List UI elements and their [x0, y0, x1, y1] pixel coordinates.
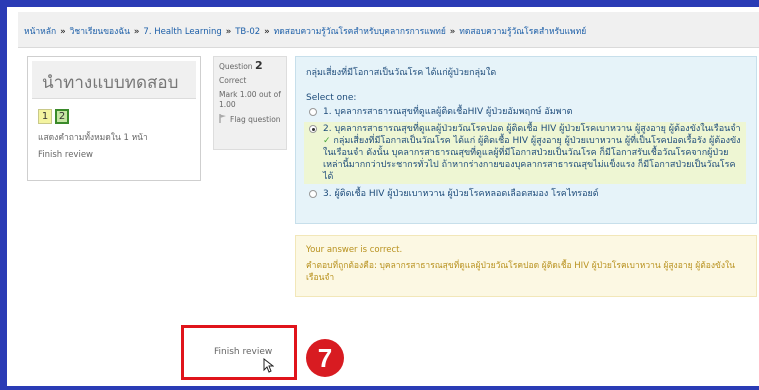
mouse-cursor-icon: [263, 357, 275, 377]
right-answer-text: คำตอบที่ถูกต้องคือ: บุคลากรสาธารณสุขที่ด…: [306, 261, 735, 283]
breadcrumb-home[interactable]: หน้าหลัก: [24, 27, 56, 37]
breadcrumb-separator: »: [449, 27, 456, 37]
breadcrumb-separator: »: [133, 27, 140, 37]
answer-option-2[interactable]: 2. บุคลากรสาธารณสุขที่ดูแลผู้ป่วยวัณโรคป…: [304, 122, 746, 184]
breadcrumb-separator: »: [60, 27, 66, 37]
answer-radio-1[interactable]: [309, 108, 317, 116]
answer-option-3[interactable]: 3. ผู้ติดเชื้อ HIV ผู้ป่วยเบาหวาน ผู้ป่ว…: [306, 188, 746, 200]
flag-question-label: Flag question: [230, 115, 281, 124]
quiz-navigation-block: นำทางแบบทดสอบ 1 2 แสดงคำถามทั้งหมดใน 1 ห…: [27, 56, 201, 181]
answer-feedback-2: กลุ่มเสี่ยงที่มีโอกาสเป็นวัณโรค ได้แก่ ผ…: [323, 136, 741, 182]
question-nav-button-1[interactable]: 1: [38, 109, 52, 124]
answer-label-2: 2. บุคลากรสาธารณสุขที่ดูแลผู้ป่วยวัณโรคป…: [323, 124, 741, 134]
question-content: กลุ่มเสี่ยงที่มีโอกาสเป็นวัณโรค ได้แก่ผู…: [295, 56, 757, 224]
breadcrumb-separator: »: [264, 27, 270, 37]
breadcrumb-separator: »: [225, 27, 232, 37]
question-state: Correct: [219, 76, 247, 85]
breadcrumb-category[interactable]: 7. Health Learning: [143, 27, 221, 37]
correct-check-icon: ✓: [323, 136, 331, 146]
answer-radio-3[interactable]: [309, 190, 317, 198]
answer-body-2: 2. บุคลากรสาธารณสุขที่ดูแลผู้ป่วยวัณโรคป…: [323, 123, 744, 183]
breadcrumb: หน้าหลัก» วิชาเรียนของฉัน» 7. Health Learn…: [18, 12, 759, 48]
question-number: Question 2: [219, 59, 281, 72]
finish-review-button[interactable]: Finish review: [181, 325, 297, 380]
outcome-feedback: Your answer is correct. คำตอบที่ถูกต้องค…: [295, 235, 757, 297]
question-label: Question: [219, 62, 253, 71]
breadcrumb-my-courses[interactable]: วิชาเรียนของฉัน: [70, 27, 130, 37]
flag-icon: [219, 114, 227, 126]
question-number-value: 2: [254, 59, 263, 72]
finish-review-label: Finish review: [214, 347, 273, 357]
select-one-label: Select one:: [306, 93, 357, 103]
question-info: Question 2 Correct Mark 1.00 out of 1.00…: [213, 56, 287, 150]
answer-status: Your answer is correct.: [306, 245, 403, 255]
quiz-navigation-title: นำทางแบบทดสอบ: [32, 61, 196, 99]
flag-question-link[interactable]: Flag question: [219, 114, 281, 126]
question-nav-buttons: 1 2: [38, 109, 200, 124]
answer-label-1: 1. บุคลากรสาธารณสุขที่ดูแลผู้ติดเชื้อHIV…: [323, 107, 573, 117]
step-number-badge: 7: [306, 339, 344, 377]
nav-finish-review-link[interactable]: Finish review: [38, 150, 200, 160]
breadcrumb-section[interactable]: ทดสอบความรู้วัณโรคสำหรับบุคลากรการแพทย์: [274, 27, 446, 37]
show-all-link[interactable]: แสดงคำถามทั้งหมดใน 1 หน้า: [38, 130, 200, 144]
frame-left-border: [0, 0, 7, 390]
question-nav-button-2[interactable]: 2: [55, 109, 69, 124]
answer-radio-2[interactable]: [309, 125, 317, 133]
question-mark: Mark 1.00 out of 1.00: [219, 90, 281, 109]
breadcrumb-quiz[interactable]: ทดสอบความรู้วัณโรคสำหรับแพทย์: [459, 27, 586, 37]
frame-top-border: [0, 0, 759, 7]
question-text: กลุ่มเสี่ยงที่มีโอกาสเป็นวัณโรค ได้แก่ผู…: [306, 68, 497, 78]
answer-label-3: 3. ผู้ติดเชื้อ HIV ผู้ป่วยเบาหวาน ผู้ป่ว…: [323, 189, 599, 199]
frame-bottom-border: [0, 386, 759, 390]
answer-option-1[interactable]: 1. บุคลากรสาธารณสุขที่ดูแลผู้ติดเชื้อHIV…: [306, 106, 746, 118]
breadcrumb-course[interactable]: TB-02: [235, 27, 260, 37]
